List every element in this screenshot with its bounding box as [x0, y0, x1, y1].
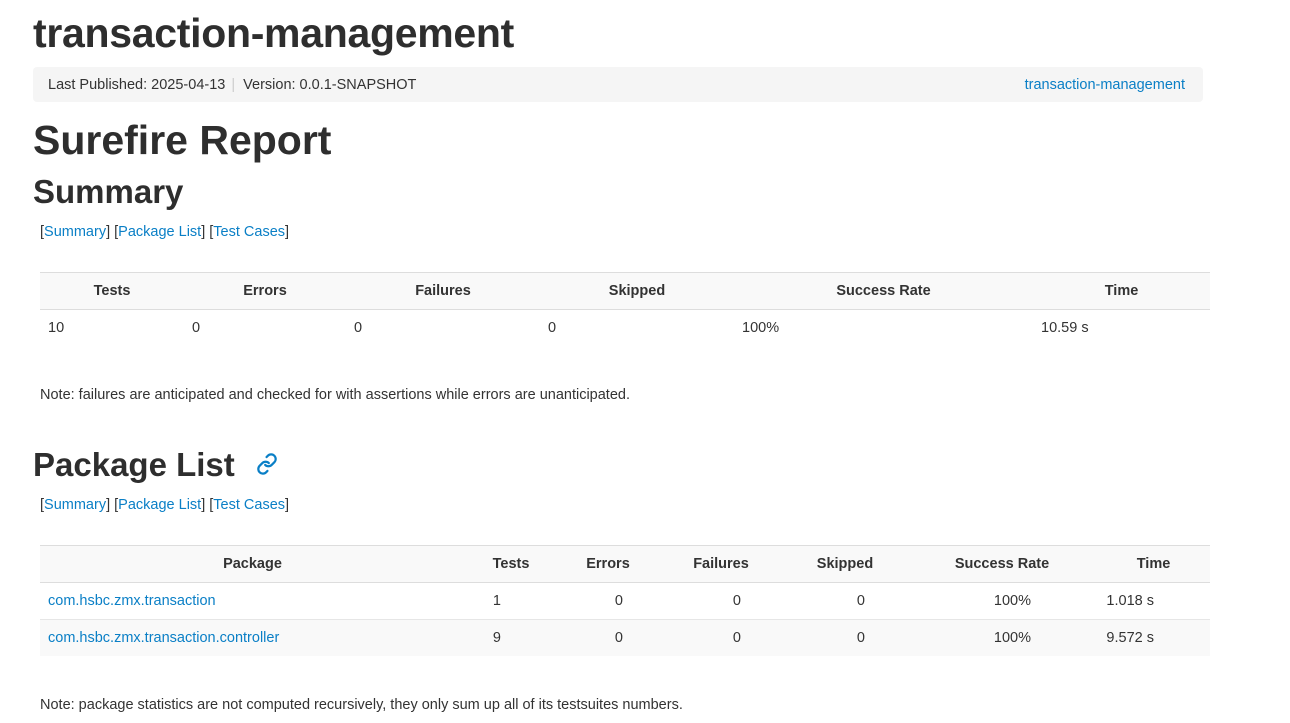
column-header: Time — [1033, 272, 1210, 310]
project-title: transaction-management — [33, 10, 514, 56]
column-header: Tests — [40, 272, 184, 310]
bracket: ] — [201, 224, 206, 240]
cell-tests: 1 — [492, 593, 501, 609]
report-title: Surefire Report — [33, 117, 332, 163]
package-link[interactable]: com.hsbc.zmx.transaction.controller — [48, 630, 279, 646]
table-row: com.hsbc.zmx.transaction.controller 9 0 … — [40, 619, 1210, 656]
column-header: Skipped — [783, 545, 907, 583]
summary-table: Tests Errors Failures Skipped Success Ra… — [40, 272, 1210, 346]
last-published: Last Published: 2025-04-13 — [48, 76, 226, 93]
cell-failures: 0 — [354, 320, 363, 336]
package-note: Note: package statistics are not compute… — [40, 697, 683, 713]
package-table: Package Tests Errors Failures Skipped Su… — [40, 545, 1210, 656]
package-header-row: Package Tests Errors Failures Skipped Su… — [40, 545, 1210, 583]
column-header: Failures — [659, 545, 783, 583]
column-header: Time — [1097, 545, 1210, 583]
cell-success-rate: 100% — [907, 619, 1097, 656]
summary-header-row: Tests Errors Failures Skipped Success Ra… — [40, 272, 1210, 310]
cell-skipped: 0 — [548, 320, 557, 336]
table-row: com.hsbc.zmx.transaction 1 0 0 0 100% 1.… — [40, 583, 1210, 620]
summary-section-nav: [Summary] [Package List] [Test Cases] — [40, 224, 289, 240]
column-header: Failures — [346, 272, 540, 310]
nav-package-list-link[interactable]: Package List — [118, 497, 201, 513]
nav-test-cases-link[interactable]: Test Cases — [213, 224, 285, 240]
table-row: 10 0 0 0 100% 10.59 s — [40, 310, 1210, 347]
bracket: ] — [106, 497, 111, 513]
package-link[interactable]: com.hsbc.zmx.transaction — [48, 593, 216, 609]
summary-heading: Summary — [33, 173, 184, 210]
publish-separator: | — [231, 76, 236, 93]
column-header: Success Rate — [734, 272, 1033, 310]
column-header: Skipped — [540, 272, 734, 310]
nav-test-cases-link[interactable]: Test Cases — [213, 497, 285, 513]
cell-time: 9.572 s — [1097, 619, 1210, 656]
nav-summary-link[interactable]: Summary — [44, 224, 106, 240]
cell-errors: 0 — [192, 320, 201, 336]
link-icon[interactable] — [256, 445, 278, 483]
project-link[interactable]: transaction-management — [1025, 77, 1185, 93]
nav-summary-link[interactable]: Summary — [44, 497, 106, 513]
bracket: ] — [201, 497, 206, 513]
cell-success-rate: 100% — [742, 320, 780, 336]
cell-skipped: 0 — [783, 619, 907, 656]
bracket: ] — [285, 497, 290, 513]
nav-package-list-link[interactable]: Package List — [118, 224, 201, 240]
cell-failures: 0 — [732, 593, 741, 609]
column-header: Errors — [184, 272, 346, 310]
cell-failures: 0 — [659, 619, 783, 656]
summary-note: Note: failures are anticipated and check… — [40, 387, 630, 403]
publish-bar: Last Published: 2025-04-13 | Version: 0.… — [33, 67, 1203, 102]
package-section-nav: [Summary] [Package List] [Test Cases] — [40, 497, 289, 513]
cell-errors: 0 — [614, 593, 623, 609]
cell-skipped: 0 — [856, 593, 865, 609]
cell-errors: 0 — [557, 619, 659, 656]
version: Version: 0.0.1-SNAPSHOT — [243, 76, 417, 93]
column-header: Errors — [557, 545, 659, 583]
cell-success-rate: 100% — [993, 593, 1031, 609]
cell-tests: 10 — [48, 320, 65, 336]
bracket: ] — [106, 224, 111, 240]
bracket: ] — [285, 224, 290, 240]
cell-time: 1.018 s — [1106, 593, 1154, 609]
package-list-heading: Package List — [33, 446, 278, 484]
package-list-title: Package List — [33, 446, 235, 483]
column-header: Package — [40, 545, 465, 583]
cell-tests: 9 — [465, 619, 557, 656]
cell-time: 10.59 s — [1041, 320, 1089, 336]
column-header: Success Rate — [907, 545, 1097, 583]
column-header: Tests — [465, 545, 557, 583]
